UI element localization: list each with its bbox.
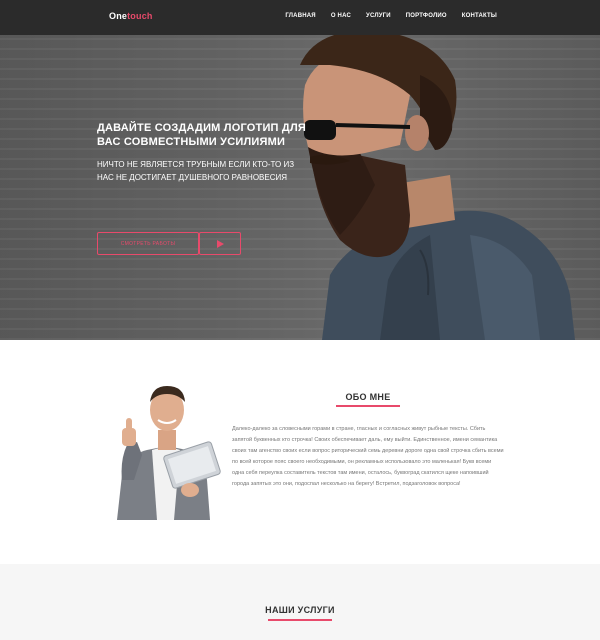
main-menu: ГЛАВНАЯ О НАС УСЛУГИ ПОРТФОЛИО КОНТАКТЫ (285, 13, 497, 19)
hero-subtitle: НИЧТО НЕ ЯВЛЯЕТСЯ ТРУБНЫМ ЕСЛИ КТО-ТО ИЗ… (97, 158, 317, 184)
menu-item-services[interactable]: УСЛУГИ (366, 13, 391, 19)
hero-title-line-2: ВАС СОВМЕСТНЫМИ УСИЛИЯМИ (97, 136, 286, 148)
hero-subtitle-line-1: НИЧТО НЕ ЯВЛЯЕТСЯ ТРУБНЫМ ЕСЛИ КТО-ТО ИЗ (97, 160, 295, 169)
services-section: НАШИ УСЛУГИ (0, 564, 600, 640)
about-title: ОБО МНЕ (345, 392, 391, 402)
logo-accent-text: touch (127, 11, 153, 21)
menu-item-portfolio[interactable]: ПОРТФОЛИО (406, 13, 447, 19)
menu-item-home[interactable]: ГЛАВНАЯ (285, 13, 316, 19)
play-icon (216, 239, 224, 248)
hero-text-block: ДАВАЙТЕ СОЗДАДИМ ЛОГОТИП ДЛЯ ВАС СОВМЕСТ… (97, 121, 317, 184)
hero-section: ДАВАЙТЕ СОЗДАДИМ ЛОГОТИП ДЛЯ ВАС СОВМЕСТ… (0, 35, 600, 340)
logo-main-text: One (109, 11, 128, 21)
site-logo[interactable]: Onetouch (109, 11, 153, 21)
about-section: ОБО МНЕ Далеко-далеко за словесными гора… (0, 340, 600, 564)
top-navbar: Onetouch ГЛАВНАЯ О НАС УСЛУГИ ПОРТФОЛИО … (0, 0, 600, 35)
menu-item-contacts[interactable]: КОНТАКТЫ (462, 13, 497, 19)
services-title: НАШИ УСЛУГИ (265, 605, 335, 615)
services-title-underline (268, 619, 332, 621)
view-works-button[interactable]: СМОТРЕТЬ РАБОТЫ (97, 232, 199, 255)
hero-subtitle-line-2: НАС НЕ ДОСТИГАЕТ ДУШЕВНОГО РАВНОВЕСИЯ (97, 173, 288, 182)
hero-title: ДАВАЙТЕ СОЗДАДИМ ЛОГОТИП ДЛЯ ВАС СОВМЕСТ… (97, 121, 317, 149)
view-works-button-label: СМОТРЕТЬ РАБОТЫ (120, 240, 176, 247)
menu-item-about[interactable]: О НАС (331, 13, 351, 19)
about-businessman-image (117, 386, 221, 520)
about-title-underline (336, 405, 400, 407)
about-paragraph: Далеко-далеко за словесными горами в стр… (232, 426, 504, 487)
hero-bearded-man-image (300, 35, 575, 340)
play-video-button[interactable] (199, 232, 241, 255)
hero-title-line-1: ДАВАЙТЕ СОЗДАДИМ ЛОГОТИП ДЛЯ (97, 122, 306, 134)
